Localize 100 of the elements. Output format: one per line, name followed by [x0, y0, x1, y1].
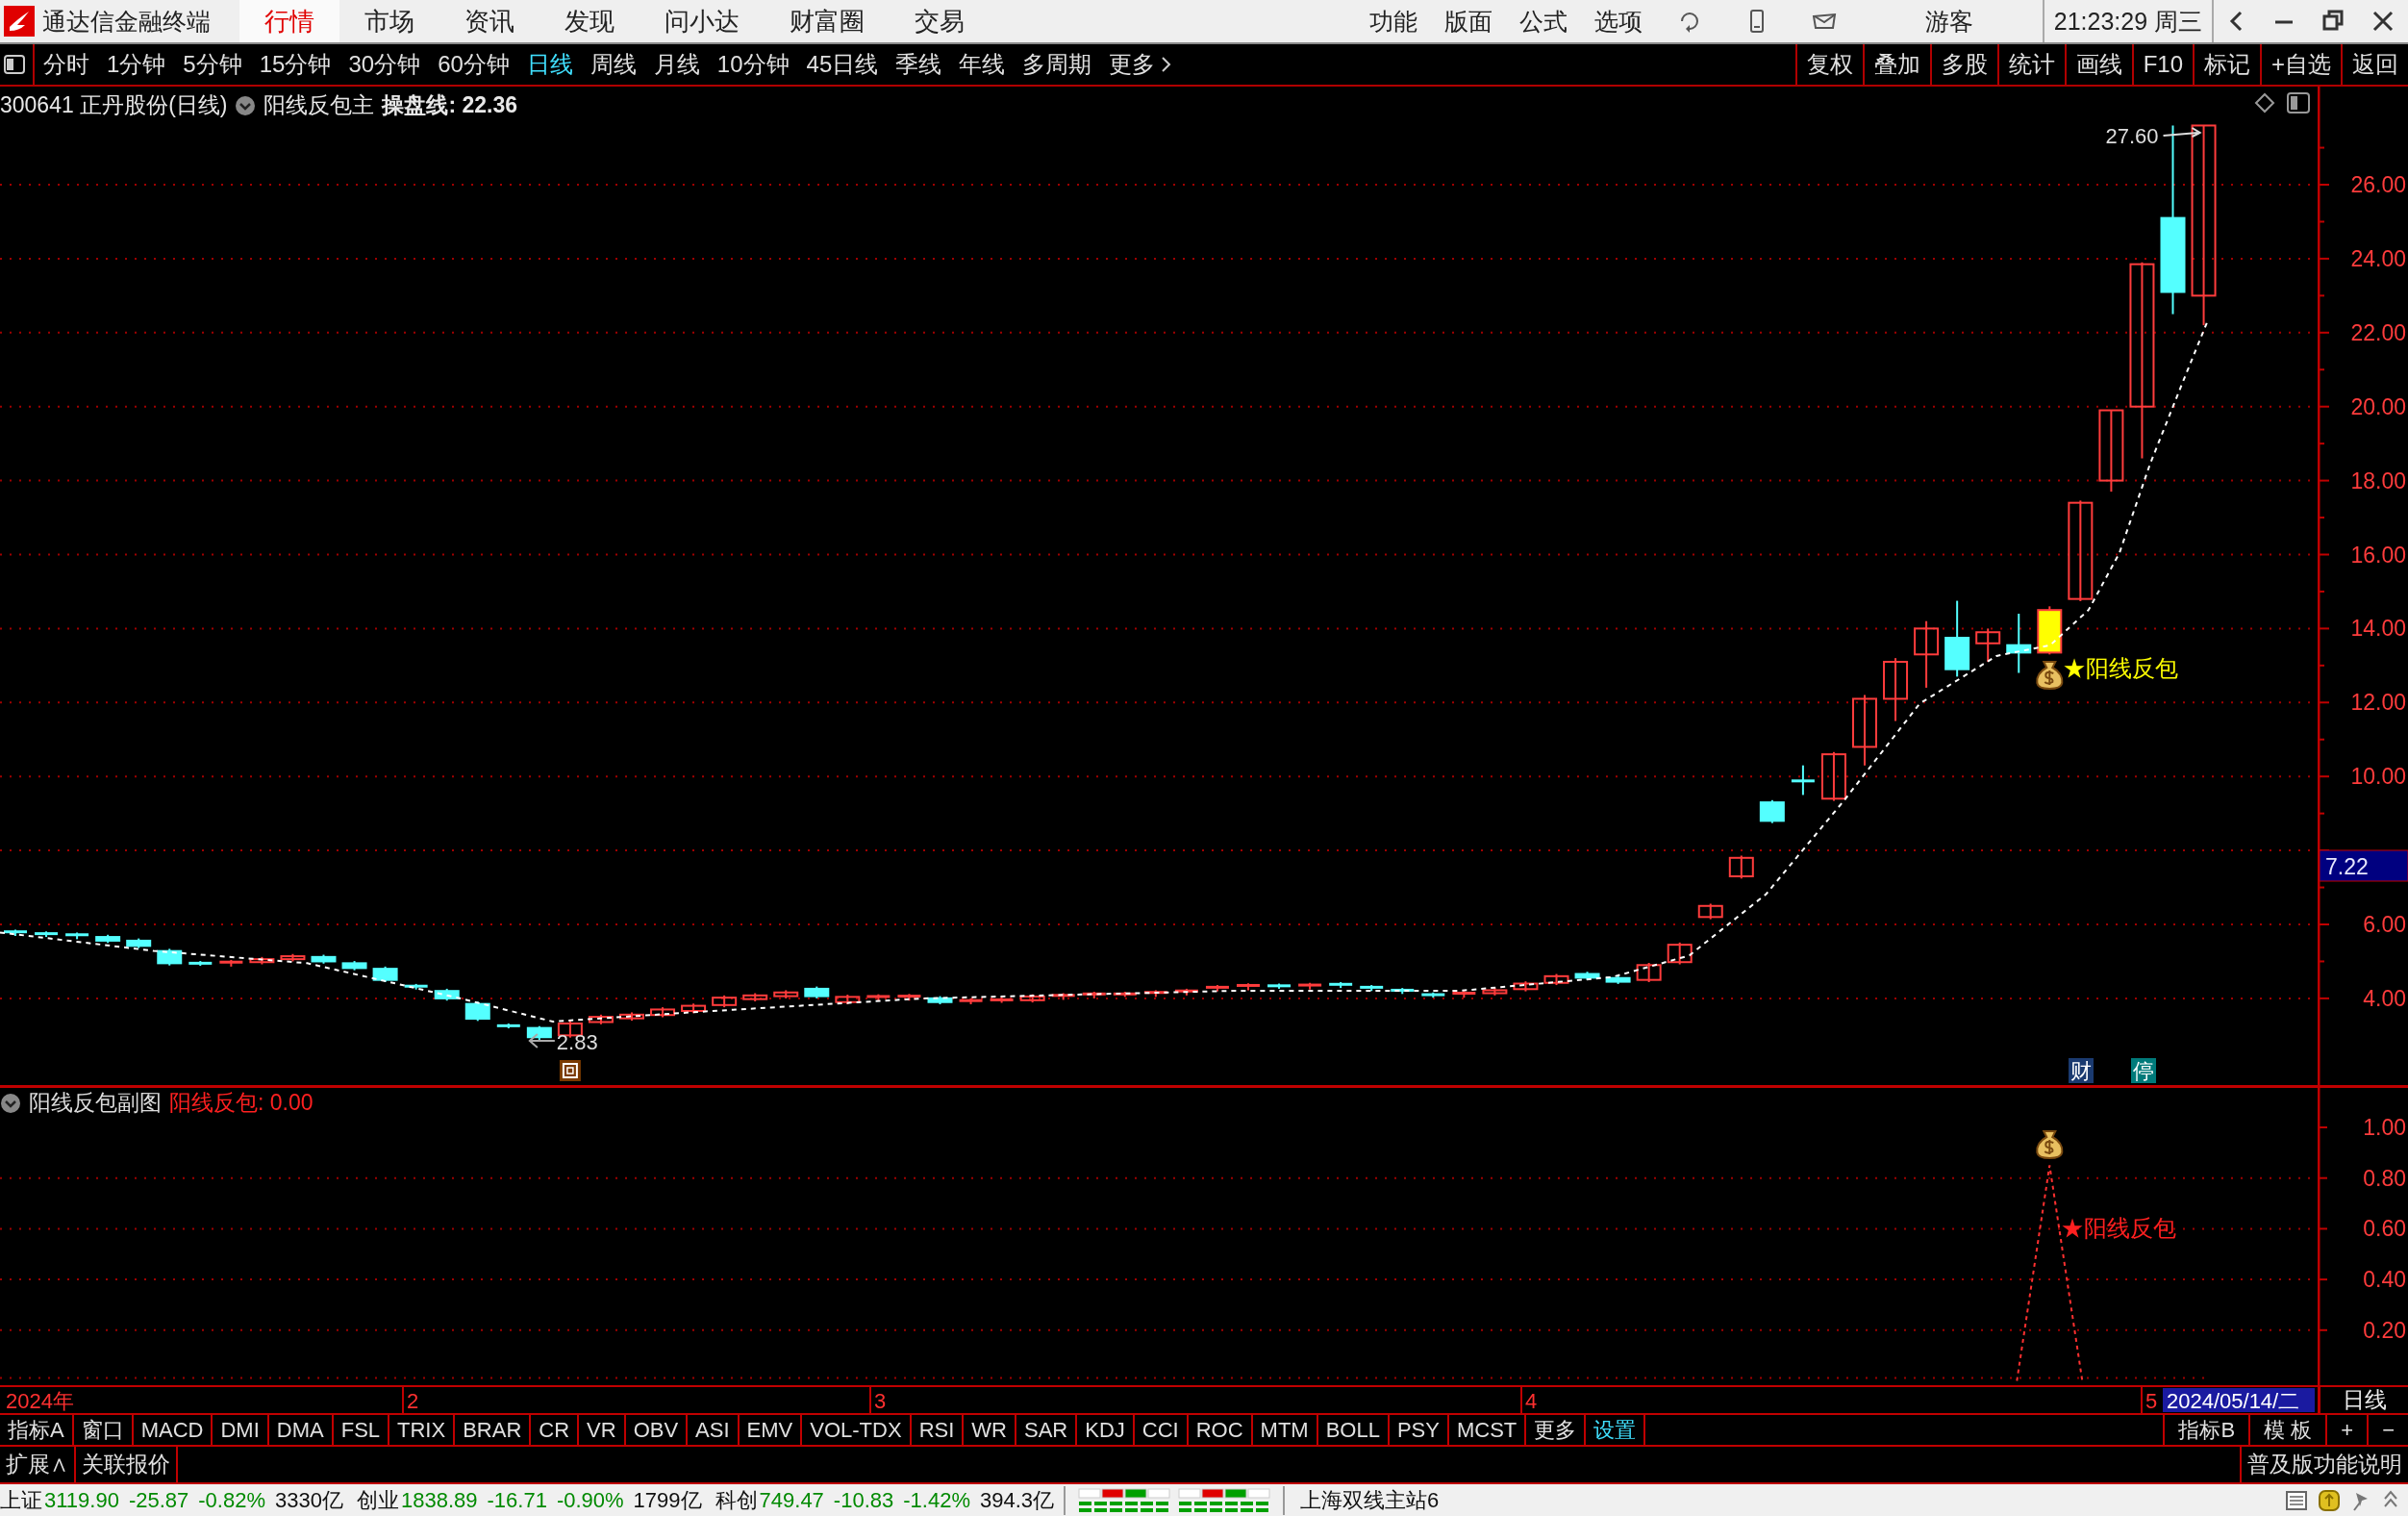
indicator-tab[interactable]: ASI	[688, 1415, 740, 1445]
indicator-tab[interactable]: 指标A	[0, 1415, 74, 1445]
candlestick	[835, 994, 861, 1006]
toolbar-button[interactable]: 叠加	[1862, 44, 1930, 85]
candlestick	[1329, 981, 1353, 990]
toolbar-button[interactable]: 多股	[1929, 44, 1997, 85]
toolbar-button[interactable]: 标记	[2193, 44, 2260, 85]
user-name[interactable]: 游客	[1857, 0, 2043, 42]
indicator-tab[interactable]: EMV	[739, 1415, 803, 1445]
indicator-tab[interactable]: BRAR	[455, 1415, 532, 1445]
candlestick	[712, 994, 738, 1009]
stock-title: 300641 正丹股份(日线)	[0, 91, 228, 119]
period-tab[interactable]: 月线	[644, 44, 709, 85]
period-tab[interactable]: 10分钟	[708, 44, 798, 85]
nav-tab[interactable]: 交易	[890, 0, 990, 42]
indicator-tab[interactable]: SAR	[1016, 1415, 1078, 1445]
indicator-tab[interactable]: 指标B	[2163, 1415, 2249, 1445]
indicator-tab[interactable]: VOL-TDX	[802, 1415, 912, 1445]
extension-tab[interactable]: 扩展∧	[0, 1447, 76, 1482]
toolbar-button[interactable]: 返回	[2341, 44, 2408, 85]
more-button[interactable]: 更多	[1100, 44, 1182, 85]
period-tab[interactable]: 分时	[35, 44, 98, 85]
candlestick	[95, 933, 121, 945]
axis-label: 0.20	[2363, 1317, 2406, 1343]
toolbar-button[interactable]: F10	[2131, 44, 2193, 85]
event-tag[interactable]: 财	[2069, 1058, 2094, 1083]
axis-label: 1.00	[2363, 1115, 2406, 1140]
toolbar-button[interactable]: 复权	[1794, 44, 1863, 85]
period-tab[interactable]: 5分钟	[174, 44, 251, 85]
pointer-arrow-icon	[528, 1033, 556, 1049]
period-tab[interactable]: 年线	[950, 44, 1015, 85]
app-name: 通达信金融终端	[42, 6, 211, 37]
indicator-tab[interactable]: CCI	[1134, 1415, 1189, 1445]
candlestick	[2006, 613, 2032, 674]
indicator-tab[interactable]: 更多	[1526, 1415, 1587, 1445]
period-tab[interactable]: 15分钟	[250, 44, 340, 85]
period-tab[interactable]: 季线	[887, 44, 951, 85]
nav-tab[interactable]: 问小达	[640, 0, 765, 42]
diamond-icon[interactable]	[2254, 92, 2275, 114]
panel-toggle-icon[interactable]	[4, 55, 25, 74]
signal-label: ★阳线反包	[2063, 655, 2179, 681]
indicator-tab[interactable]: DMA	[268, 1415, 334, 1445]
event-tag[interactable]: 停	[2131, 1058, 2156, 1083]
period-tab[interactable]: 45日线	[797, 44, 888, 85]
indicator-tab[interactable]: ROC	[1188, 1415, 1253, 1445]
period-tab[interactable]: 1分钟	[98, 44, 175, 85]
toolbar-button[interactable]: 统计	[1996, 44, 2065, 85]
period-tab[interactable]: 多周期	[1014, 44, 1101, 85]
indicator-tab[interactable]: VR	[579, 1415, 626, 1445]
extension-tab[interactable]: 关联报价	[76, 1447, 178, 1482]
axis-label: 16.00	[2350, 542, 2406, 568]
toolbar-button[interactable]: +自选	[2260, 44, 2341, 85]
nav-tab[interactable]: 财富圈	[765, 0, 890, 42]
period-tab[interactable]: 日线	[517, 44, 582, 85]
index-turnover: 1799亿	[633, 1486, 702, 1514]
indicator-tab[interactable]: OBV	[625, 1415, 689, 1445]
menu-item[interactable]: 功能	[1355, 0, 1431, 42]
panel-toggle-icon[interactable]	[2287, 92, 2310, 114]
indicator-tab[interactable]: 模 板	[2248, 1415, 2326, 1445]
indicator-tab[interactable]: FSL	[333, 1415, 390, 1445]
toolbar-button[interactable]: 画线	[2064, 44, 2132, 85]
period-tab[interactable]: 60分钟	[429, 44, 518, 85]
candlestick	[1452, 990, 1476, 999]
candlestick	[126, 937, 152, 949]
indicator-tab[interactable]: MACD	[133, 1415, 213, 1445]
cursor-date: 2024/05/14/二	[2163, 1388, 2315, 1413]
help-link[interactable]: 普及版功能说明	[2240, 1447, 2408, 1482]
indicator-tab[interactable]: −	[2367, 1415, 2408, 1445]
indicator-tab[interactable]: MCST	[1448, 1415, 1527, 1445]
candlestick	[1391, 987, 1415, 996]
period-tab[interactable]: 周线	[581, 44, 645, 85]
coin-icon[interactable]	[2318, 1488, 2341, 1512]
candlestick	[927, 995, 953, 1006]
indicator-tab[interactable]: CR	[531, 1415, 580, 1445]
indicator-tab[interactable]: BOLL	[1317, 1415, 1390, 1445]
indicator-tab[interactable]: DMI	[213, 1415, 269, 1445]
indicator-tab[interactable]: KDJ	[1077, 1415, 1135, 1445]
indicator-tab[interactable]: RSI	[911, 1415, 965, 1445]
indicator-tab[interactable]: PSY	[1389, 1415, 1449, 1445]
menu-item[interactable]: 版面	[1430, 0, 1506, 42]
nav-tab[interactable]: 市场	[339, 0, 439, 42]
chevron-circle-icon[interactable]	[0, 1092, 21, 1114]
index-percent: -1.42%	[903, 1487, 970, 1513]
indicator-tab[interactable]: 窗口	[73, 1415, 134, 1445]
chevron-circle-icon[interactable]	[235, 94, 257, 116]
indicator-tab[interactable]: WR	[964, 1415, 1016, 1445]
menu-item[interactable]: 公式	[1505, 0, 1581, 42]
candlestick	[65, 931, 89, 941]
indicator-tab[interactable]: TRIX	[389, 1415, 456, 1445]
index-turnover: 394.3亿	[979, 1486, 1055, 1514]
document-icon[interactable]	[2285, 1488, 2308, 1512]
nav-tab[interactable]: 发现	[539, 0, 640, 42]
menu-item[interactable]: 选项	[1580, 0, 1656, 42]
indicator-tab[interactable]: MTM	[1252, 1415, 1318, 1445]
nav-tab[interactable]: 行情	[239, 0, 339, 42]
period-tab[interactable]: 30分钟	[339, 44, 430, 85]
server-name[interactable]: 上海双线主站6	[1300, 1485, 1440, 1515]
settings-tab[interactable]: 设置	[1586, 1415, 1646, 1445]
indicator-tab[interactable]: +	[2325, 1415, 2368, 1445]
nav-tab[interactable]: 资讯	[439, 0, 539, 42]
